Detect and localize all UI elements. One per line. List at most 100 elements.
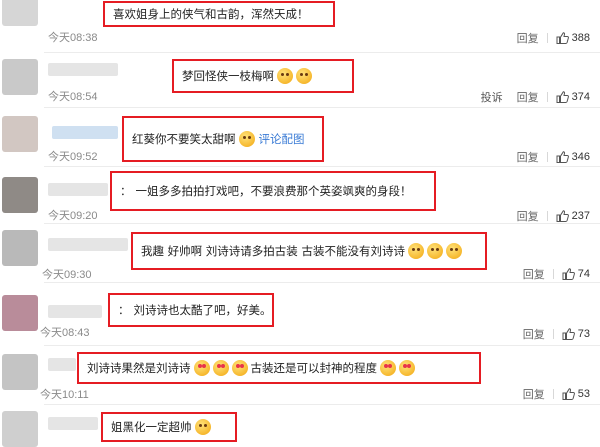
reply-button[interactable]: 回复 <box>523 266 545 282</box>
reply-button[interactable]: 回复 <box>523 386 545 402</box>
like-button[interactable]: 374 <box>556 91 590 103</box>
username-blurred <box>48 63 118 76</box>
divider <box>552 329 554 339</box>
comment-actions: 回复 388 <box>517 30 590 46</box>
divider <box>546 92 548 102</box>
comment-text: 红葵你不要笑太甜啊 <box>132 132 236 146</box>
like-button[interactable]: 73 <box>562 328 590 340</box>
comment-text: 梦回怪侠一枝梅啊 <box>182 69 274 83</box>
like-count: 53 <box>577 388 590 400</box>
comment-row: 喜欢姐身上的侠气和古韵，浑然天成！ 今天08:38 回复 388 <box>0 0 600 52</box>
like-button[interactable]: 237 <box>556 210 590 222</box>
comment-text: 刘诗诗也太酷了吧，好美。 <box>133 303 272 317</box>
avatar[interactable] <box>2 295 38 331</box>
comment-text: 喜欢姐身上的侠气和古韵，浑然天成！ <box>113 7 309 21</box>
comment-row: 刘诗诗果然是刘诗诗 古装还是可以封神的程度 今天10:11 回复 53 <box>0 346 600 404</box>
heart-eyes-emoji-icon <box>380 360 396 376</box>
username-blurred <box>48 417 98 430</box>
comment-actions: 投诉 回复 374 <box>481 89 590 105</box>
comment-row: 我趣 好帅啊 刘诗诗请多拍古装 古装不能没有刘诗诗 今天09:30 回复 74 <box>0 224 600 282</box>
comment-time: 今天09:20 <box>48 210 98 222</box>
username-blurred <box>48 358 76 371</box>
comment-highlight: ： 刘诗诗也太酷了吧，好美。 <box>108 293 274 327</box>
reply-button[interactable]: 回复 <box>517 30 539 46</box>
crying-emoji-icon <box>445 243 462 259</box>
comment-highlight: 姐黑化一定超帅 <box>101 412 237 442</box>
report-button[interactable]: 投诉 <box>481 89 503 105</box>
comment-time: 今天09:30 <box>42 269 92 281</box>
thumbs-up-icon <box>556 151 569 163</box>
laughing-emoji-icon <box>296 68 312 84</box>
comment-time: 今天08:38 <box>48 32 98 44</box>
heart-eyes-emoji-icon <box>193 360 210 376</box>
like-button[interactable]: 74 <box>562 268 590 280</box>
comment-row: 红葵你不要笑太甜啊 评论配图 今天09:52 回复 346 <box>0 108 600 166</box>
crying-emoji-icon <box>426 243 443 259</box>
laughing-emoji-icon <box>194 419 211 435</box>
heart-eyes-emoji-icon <box>212 360 229 376</box>
heart-eyes-emoji-icon <box>399 360 415 376</box>
comment-actions: 回复 53 <box>523 386 590 402</box>
comment-highlight: 红葵你不要笑太甜啊 评论配图 <box>122 116 324 162</box>
divider <box>546 152 548 162</box>
like-count: 73 <box>577 328 590 340</box>
thumbs-up-icon <box>562 268 575 280</box>
comment-actions: 回复 346 <box>517 149 590 165</box>
comment-text-continued: 古装还是可以封神的程度 <box>250 361 378 375</box>
like-count: 374 <box>571 91 590 103</box>
comment-row: ： 一姐多多拍拍打戏吧，不要浪费那个英姿飒爽的身段！ 今天09:20 回复 23… <box>0 167 600 223</box>
thumbs-up-icon <box>556 32 569 44</box>
avatar[interactable] <box>2 116 38 152</box>
like-button[interactable]: 388 <box>556 32 590 44</box>
comment-image-link[interactable]: 评论配图 <box>259 131 305 147</box>
username-blurred <box>48 305 102 318</box>
comment-text: 一姐多多拍拍打戏吧，不要浪费那个英姿飒爽的身段！ <box>135 184 412 198</box>
thumbs-up-icon <box>556 91 569 103</box>
crying-emoji-icon <box>407 243 424 259</box>
avatar[interactable] <box>2 230 38 266</box>
comment-time: 今天08:54 <box>48 91 98 103</box>
comment-time: 今天09:52 <box>48 151 98 163</box>
divider <box>546 211 548 221</box>
reply-button[interactable]: 回复 <box>517 208 539 224</box>
avatar[interactable] <box>2 59 38 95</box>
comment-highlight: 梦回怪侠一枝梅啊 <box>172 59 354 93</box>
comment-text: 姐黑化一定超帅 <box>111 420 192 434</box>
comment-highlight: 喜欢姐身上的侠气和古韵，浑然天成！ <box>103 1 335 27</box>
divider <box>552 389 554 399</box>
like-count: 74 <box>577 268 590 280</box>
comment-time: 今天10:11 <box>40 389 89 401</box>
comment-highlight: 我趣 好帅啊 刘诗诗请多拍古装 古装不能没有刘诗诗 <box>131 232 487 270</box>
like-button[interactable]: 53 <box>562 388 590 400</box>
comment-text: 刘诗诗果然是刘诗诗 <box>87 361 191 375</box>
avatar[interactable] <box>2 354 38 390</box>
comment-actions: 回复 237 <box>517 208 590 224</box>
like-count: 346 <box>571 151 590 163</box>
laughing-emoji-icon <box>277 68 293 84</box>
username-blurred <box>52 126 118 139</box>
comment-highlight: ： 一姐多多拍拍打戏吧，不要浪费那个英姿飒爽的身段！ <box>110 171 436 211</box>
like-count: 388 <box>571 32 590 44</box>
thumbs-up-icon <box>562 388 575 400</box>
comment-highlight: 刘诗诗果然是刘诗诗 古装还是可以封神的程度 <box>77 352 481 384</box>
avatar[interactable] <box>2 0 38 26</box>
divider <box>546 33 548 43</box>
reply-button[interactable]: 回复 <box>517 149 539 165</box>
heart-eyes-emoji-icon <box>231 360 248 376</box>
thumbs-up-icon <box>556 210 569 222</box>
username-blurred <box>48 238 128 251</box>
comment-row: 梦回怪侠一枝梅啊 今天08:54 投诉 回复 374 <box>0 53 600 107</box>
comment-row: 姐黑化一定超帅 <box>0 405 600 447</box>
like-button[interactable]: 346 <box>556 151 590 163</box>
avatar[interactable] <box>2 411 38 447</box>
reply-button[interactable]: 回复 <box>523 326 545 342</box>
smiling-emoji-icon <box>238 131 255 147</box>
comment-actions: 回复 73 <box>523 326 590 342</box>
divider <box>552 269 554 279</box>
comment-text: 我趣 好帅啊 刘诗诗请多拍古装 古装不能没有刘诗诗 <box>141 244 405 258</box>
like-count: 237 <box>571 210 590 222</box>
username-blurred <box>48 183 108 196</box>
thumbs-up-icon <box>562 328 575 340</box>
avatar[interactable] <box>2 177 38 213</box>
reply-button[interactable]: 回复 <box>517 89 539 105</box>
